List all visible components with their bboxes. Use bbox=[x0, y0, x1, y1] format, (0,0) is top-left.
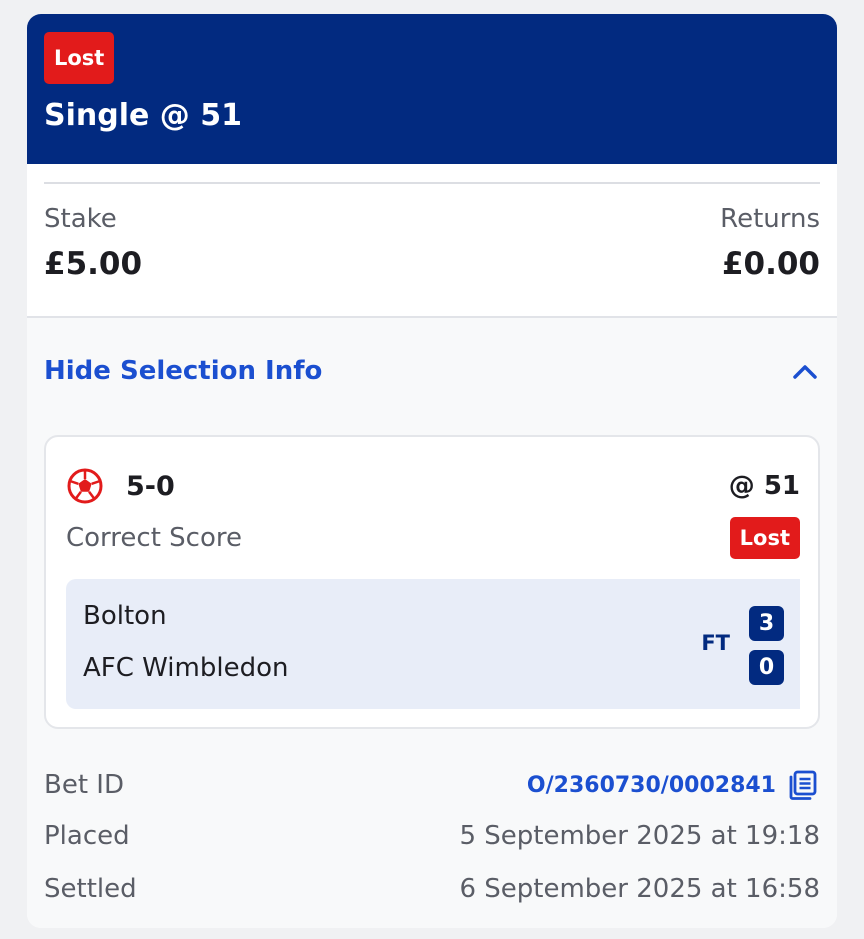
home-score: 3 bbox=[749, 606, 784, 641]
away-team: AFC Wimbledon bbox=[83, 653, 289, 683]
divider bbox=[44, 182, 820, 184]
selection-odds: @ 51 bbox=[728, 471, 800, 501]
selection-header: 5-0 @ 51 bbox=[66, 467, 800, 505]
football-icon bbox=[67, 468, 103, 504]
bet-card: Lost Single @ 51 Stake £5.00 Returns £0.… bbox=[27, 14, 837, 928]
chevron-up-icon bbox=[793, 365, 817, 379]
status-badge: Lost bbox=[44, 32, 115, 84]
match-status: FT bbox=[701, 631, 730, 655]
placed-label: Placed bbox=[44, 821, 130, 851]
stake-value: £5.00 bbox=[44, 246, 143, 282]
selection-section: Hide Selection Info 5-0 @ 51 Correct Sco… bbox=[27, 316, 837, 928]
selection-name: 5-0 bbox=[126, 470, 175, 502]
event-scoreboard[interactable]: Bolton AFC Wimbledon FT 3 0 bbox=[66, 579, 800, 709]
settled-value: 6 September 2025 at 16:58 bbox=[459, 874, 820, 904]
bet-id-row: Bet ID O/2360730/0002841 bbox=[44, 768, 820, 802]
stake-label: Stake bbox=[44, 204, 117, 234]
returns-column: Returns £0.00 bbox=[720, 204, 820, 282]
settled-label: Settled bbox=[44, 874, 137, 904]
hide-selection-info-label: Hide Selection Info bbox=[44, 356, 323, 386]
stake-column: Stake £5.00 bbox=[44, 204, 142, 282]
placed-row: Placed 5 September 2025 at 19:18 bbox=[44, 821, 820, 851]
placed-value: 5 September 2025 at 19:18 bbox=[459, 821, 820, 851]
settled-row: Settled 6 September 2025 at 16:58 bbox=[44, 874, 820, 904]
returns-value: £0.00 bbox=[721, 246, 820, 282]
market-name: Correct Score bbox=[66, 523, 242, 553]
bet-title: Single @ 51 bbox=[44, 98, 242, 133]
bet-header: Lost Single @ 51 bbox=[27, 14, 837, 164]
copy-icon[interactable] bbox=[786, 768, 820, 802]
selection-market-row: Correct Score Lost bbox=[66, 517, 800, 559]
selection-card: 5-0 @ 51 Correct Score Lost Bolton AFC W… bbox=[44, 435, 820, 729]
home-team: Bolton bbox=[83, 601, 167, 631]
bet-id-value[interactable]: O/2360730/0002841 bbox=[527, 773, 776, 798]
selection-status-badge: Lost bbox=[729, 517, 800, 559]
returns-label: Returns bbox=[720, 204, 820, 234]
hide-selection-info-toggle[interactable]: Hide Selection Info bbox=[44, 356, 820, 386]
bet-id-label: Bet ID bbox=[44, 770, 124, 800]
away-score: 0 bbox=[749, 650, 784, 685]
stake-returns-row: Stake £5.00 Returns £0.00 bbox=[44, 204, 820, 282]
